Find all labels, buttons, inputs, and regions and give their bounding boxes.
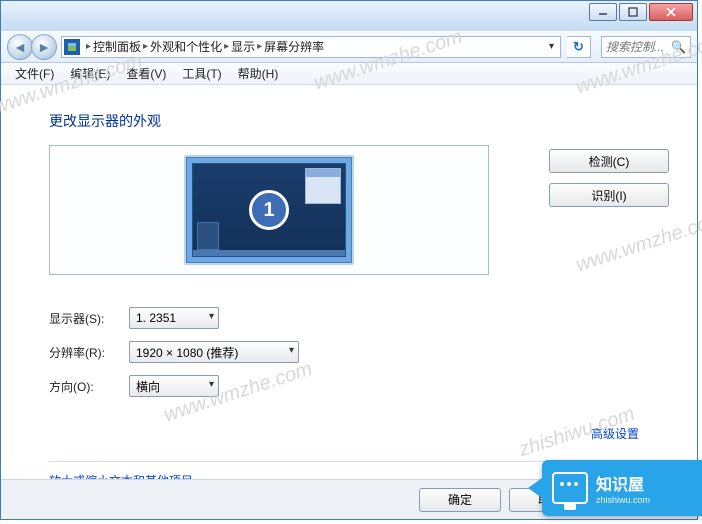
menu-file[interactable]: 文件(F) — [7, 63, 62, 84]
maximize-button[interactable] — [619, 3, 647, 21]
badge-title: 知识屋 — [596, 471, 650, 495]
titlebar — [1, 1, 697, 31]
minimize-button[interactable] — [589, 3, 617, 21]
menu-help[interactable]: 帮助(H) — [230, 63, 287, 84]
monitor-icon — [552, 472, 588, 504]
ok-button[interactable]: 确定 — [419, 488, 501, 512]
identify-button[interactable]: 识别(I) — [549, 183, 669, 207]
navbar: ◄ ► ▸ 控制面板 ▸ 外观和个性化 ▸ 显示 ▸ 屏幕分辨率 ▾ ↻ 🔍 — [1, 31, 697, 63]
orientation-label: 方向(O): — [49, 378, 129, 395]
breadcrumb-l3[interactable]: 屏幕分辨率 — [264, 38, 324, 55]
menu-view[interactable]: 查看(V) — [118, 63, 174, 84]
monitor-thumbnail[interactable]: 1 — [184, 155, 354, 265]
breadcrumb-root[interactable]: 控制面板 — [93, 38, 141, 55]
page-heading: 更改显示器的外观 — [49, 111, 669, 131]
breadcrumb-l2[interactable]: 显示 — [231, 38, 255, 55]
menu-tools[interactable]: 工具(T) — [174, 63, 229, 84]
refresh-button[interactable]: ↻ — [567, 36, 591, 58]
search-input[interactable] — [606, 40, 666, 54]
site-badge[interactable]: 知识屋 zhishiwu.com — [542, 460, 702, 516]
display-label: 显示器(S): — [49, 310, 129, 327]
search-box[interactable]: 🔍 — [601, 36, 691, 58]
search-icon: 🔍 — [671, 40, 686, 54]
close-button[interactable] — [649, 3, 693, 21]
back-button[interactable]: ◄ — [7, 34, 33, 60]
badge-subtitle: zhishiwu.com — [596, 495, 650, 505]
resolution-label: 分辨率(R): — [49, 344, 129, 361]
detect-button[interactable]: 检测(C) — [549, 149, 669, 173]
address-bar[interactable]: ▸ 控制面板 ▸ 外观和个性化 ▸ 显示 ▸ 屏幕分辨率 ▾ — [61, 36, 561, 58]
monitor-number-badge: 1 — [249, 190, 289, 230]
display-combo[interactable]: 1. 2351 — [129, 307, 219, 329]
menu-edit[interactable]: 编辑(E) — [62, 63, 118, 84]
breadcrumb-l1[interactable]: 外观和个性化 — [150, 38, 222, 55]
control-panel-icon — [64, 39, 80, 55]
advanced-settings-link[interactable]: 高级设置 — [591, 427, 639, 441]
forward-button[interactable]: ► — [31, 34, 57, 60]
resolution-combo[interactable]: 1920 × 1080 (推荐) — [129, 341, 299, 363]
menu-bar: 文件(F) 编辑(E) 查看(V) 工具(T) 帮助(H) — [1, 63, 697, 85]
orientation-combo[interactable]: 横向 — [129, 375, 219, 397]
display-preview: 1 — [49, 145, 489, 275]
address-dropdown-icon[interactable]: ▾ — [545, 41, 558, 52]
